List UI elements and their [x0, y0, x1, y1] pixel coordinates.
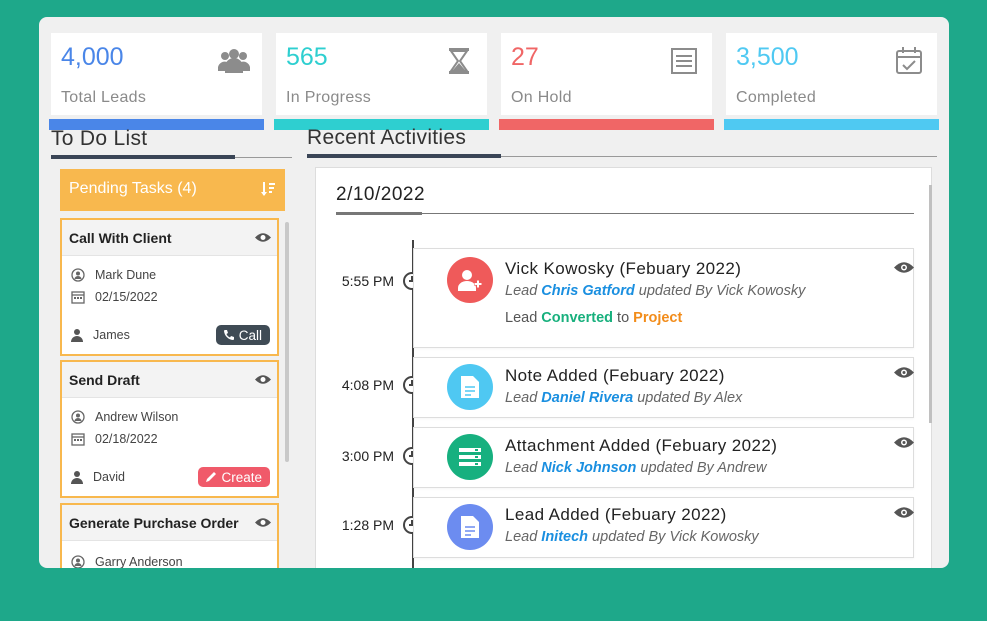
- task-owner-row: David: [71, 470, 125, 484]
- todo-underline-accent: [51, 155, 235, 159]
- task-card[interactable]: Generate Purchase Order Garry Anderson: [60, 503, 279, 568]
- calendar-icon: [71, 291, 85, 304]
- activity-lead-link[interactable]: Initech: [541, 529, 588, 545]
- activity-title: Note Added (Febuary 2022): [505, 366, 725, 385]
- activity-lead-link[interactable]: Chris Gatford: [541, 283, 634, 299]
- activity-time: 1:28 PM: [341, 517, 394, 533]
- eye-icon[interactable]: [894, 506, 914, 519]
- activity-description: Lead Daniel Rivera updated By Alex: [505, 390, 743, 406]
- todo-title: To Do List: [51, 127, 148, 150]
- task-contact: Mark Dune: [95, 268, 157, 282]
- user-icon: [71, 329, 83, 342]
- activity-item[interactable]: 1:28 PM Lead Added (Febuary 2022) Lead I…: [316, 497, 933, 558]
- task-contact: Andrew Wilson: [95, 410, 179, 424]
- dashboard-panel: 4,000 Total Leads 565 In Progress 27 On …: [39, 17, 949, 568]
- user-circle-icon: [71, 555, 85, 568]
- activity-lead-link[interactable]: Daniel Rivera: [541, 390, 633, 406]
- calendar-icon: [71, 433, 85, 446]
- task-card[interactable]: Call With Client Mark Dune 02/15/2022 Ja…: [60, 218, 279, 356]
- task-owner: David: [93, 470, 125, 484]
- create-button[interactable]: Create: [198, 467, 270, 487]
- date-underline: [336, 213, 914, 214]
- create-button-label: Create: [221, 469, 262, 485]
- task-card[interactable]: Send Draft Andrew Wilson 02/18/2022 Davi…: [60, 360, 279, 498]
- activity-title: Attachment Added (Febuary 2022): [505, 436, 778, 455]
- activity-time: 4:08 PM: [341, 377, 394, 393]
- recent-title: Recent Activities: [307, 126, 467, 149]
- eye-icon[interactable]: [894, 436, 914, 449]
- task-date: 02/18/2022: [95, 432, 158, 446]
- task-date-row: 02/18/2022: [71, 432, 158, 446]
- list-icon: [671, 48, 697, 74]
- stat-bar: [499, 119, 714, 130]
- activity-item[interactable]: 4:08 PM Note Added (Febuary 2022) Lead D…: [316, 357, 933, 418]
- activity-date: 2/10/2022: [336, 184, 426, 205]
- eye-icon[interactable]: [255, 374, 271, 385]
- stat-value: 27: [511, 43, 539, 71]
- activity-lead-link[interactable]: Nick Johnson: [541, 460, 636, 476]
- activity-item[interactable]: 3:00 PM Attachment Added (Febuary 2022) …: [316, 427, 933, 488]
- task-contact-row: Mark Dune: [71, 268, 156, 282]
- eye-icon[interactable]: [894, 366, 914, 379]
- activity-description: Lead Nick Johnson updated By Andrew: [505, 460, 767, 476]
- stat-card-total-leads[interactable]: 4,000 Total Leads: [49, 33, 264, 130]
- stat-label: Completed: [736, 89, 817, 106]
- activity-description: Lead Chris Gatford updated By Vick Kowos…: [505, 283, 806, 299]
- hourglass-icon: [449, 48, 469, 74]
- date-underline-accent: [336, 212, 422, 215]
- document-icon: [447, 364, 493, 410]
- user-icon: [71, 471, 83, 484]
- stat-label: On Hold: [511, 89, 572, 106]
- eye-icon[interactable]: [255, 517, 271, 528]
- stat-value: 4,000: [61, 43, 124, 71]
- stat-label: In Progress: [286, 89, 372, 106]
- stat-label: Total Leads: [61, 89, 147, 106]
- recent-underline-accent: [307, 154, 501, 158]
- call-button[interactable]: Call: [215, 325, 270, 345]
- task-title: Generate Purchase Order: [69, 515, 239, 531]
- task-contact: Garry Anderson: [95, 555, 183, 568]
- eye-icon[interactable]: [894, 261, 914, 274]
- call-button-label: Call: [238, 327, 262, 343]
- stat-card-completed[interactable]: 3,500 Completed: [724, 33, 939, 130]
- stat-value: 565: [286, 43, 328, 71]
- task-owner: James: [93, 328, 130, 342]
- stat-card-in-progress[interactable]: 565 In Progress: [274, 33, 489, 130]
- activity-description: Lead Initech updated By Vick Kowosky: [505, 529, 759, 545]
- calendar-check-icon: [896, 47, 922, 74]
- task-title: Send Draft: [69, 372, 140, 388]
- recent-scrollbar[interactable]: [929, 185, 932, 423]
- task-contact-row: Andrew Wilson: [71, 410, 178, 424]
- users-icon: [218, 49, 250, 73]
- task-owner-row: James: [71, 328, 130, 342]
- attachment-icon: [447, 434, 493, 480]
- task-date-row: 02/15/2022: [71, 290, 158, 304]
- pencil-icon: [206, 472, 217, 482]
- user-circle-icon: [71, 410, 85, 424]
- pending-tasks-header[interactable]: Pending Tasks (4): [60, 169, 285, 211]
- activity-time: 5:55 PM: [341, 273, 394, 289]
- user-add-icon: [447, 257, 493, 303]
- activity-time: 3:00 PM: [341, 448, 394, 464]
- sort-icon[interactable]: [260, 181, 276, 197]
- activity-conversion: Lead Converted to Project: [505, 310, 683, 326]
- stat-value: 3,500: [736, 43, 799, 71]
- task-date: 02/15/2022: [95, 290, 158, 304]
- stat-bar: [724, 119, 939, 130]
- task-contact-row: Garry Anderson: [71, 555, 183, 568]
- recent-activities-panel: 2/10/2022 5:55 PM Vick Kowosky (Febuary …: [315, 167, 932, 568]
- activity-title: Lead Added (Febuary 2022): [505, 505, 727, 524]
- document-icon: [447, 504, 493, 550]
- pending-tasks-label: Pending Tasks (4): [69, 180, 197, 197]
- todo-scrollbar[interactable]: [285, 222, 289, 462]
- phone-icon: [223, 330, 234, 340]
- user-circle-icon: [71, 268, 85, 282]
- activity-title: Vick Kowosky (Febuary 2022): [505, 259, 742, 278]
- stat-card-on-hold[interactable]: 27 On Hold: [499, 33, 714, 130]
- task-title: Call With Client: [69, 230, 172, 246]
- eye-icon[interactable]: [255, 232, 271, 243]
- activity-item[interactable]: 5:55 PM Vick Kowosky (Febuary 2022) Lead…: [316, 248, 933, 348]
